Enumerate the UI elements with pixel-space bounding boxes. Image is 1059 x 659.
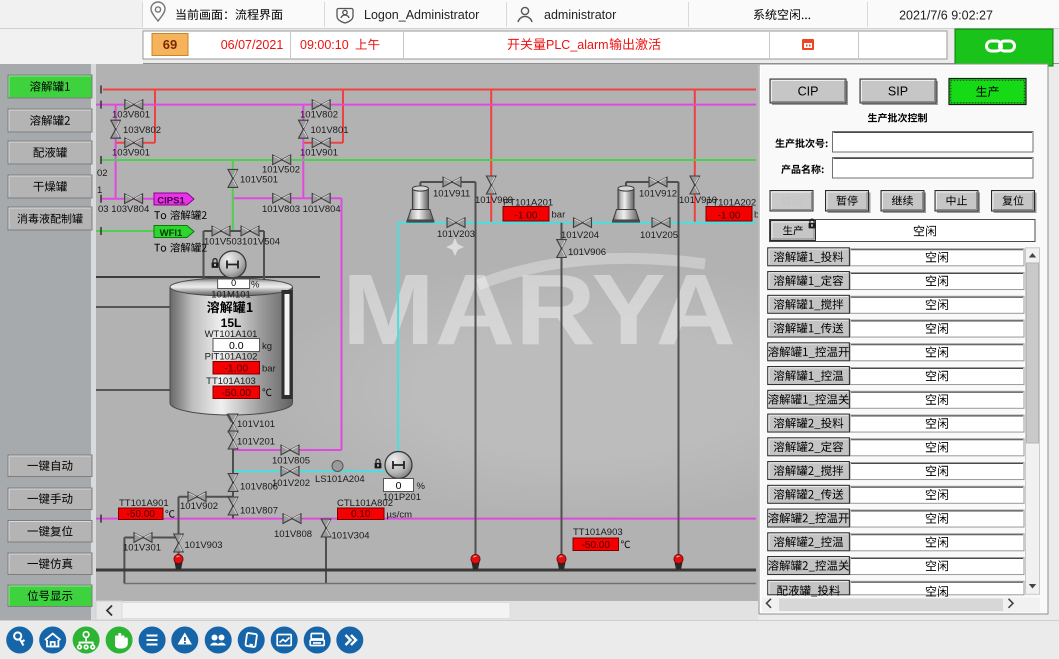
svg-text:PLC_alarm: PLC_alarm [546, 38, 609, 52]
svg-text:%: % [417, 481, 426, 492]
svg-text:101V806: 101V806 [240, 482, 278, 493]
svg-text:kg: kg [262, 341, 272, 352]
svg-text:101M101: 101M101 [211, 290, 251, 301]
svg-text:101V805: 101V805 [272, 456, 310, 467]
svg-text:103V801: 103V801 [112, 110, 150, 121]
svg-text:-50.00: -50.00 [221, 387, 251, 399]
svg-text:0: 0 [396, 480, 402, 492]
svg-text:CTL101A802: CTL101A802 [337, 498, 393, 509]
svg-text:69: 69 [163, 37, 177, 52]
svg-text:2021/7/6 9:02:27: 2021/7/6 9:02:27 [899, 9, 993, 23]
svg-text:101V912: 101V912 [639, 189, 677, 200]
svg-text:µs/cm: µs/cm [387, 510, 413, 521]
svg-text:TT101A901: TT101A901 [119, 498, 169, 509]
svg-text:Logon_Administrator: Logon_Administrator [364, 8, 479, 22]
svg-text:101V101: 101V101 [237, 419, 275, 430]
svg-text:101V203: 101V203 [437, 229, 475, 240]
svg-text:101V906: 101V906 [568, 247, 606, 258]
svg-text:101V808: 101V808 [274, 529, 312, 540]
svg-text:101V901: 101V901 [300, 148, 338, 159]
svg-text:-50.00: -50.00 [582, 540, 611, 551]
svg-text:WFI1: WFI1 [160, 228, 183, 239]
svg-text:-1.00: -1.00 [224, 363, 248, 375]
svg-text:PIT101A102: PIT101A102 [205, 352, 258, 363]
svg-text:15L: 15L [221, 316, 242, 330]
svg-text:CIP: CIP [798, 85, 819, 99]
svg-text:101V205: 101V205 [640, 230, 678, 241]
svg-text:-1.00: -1.00 [718, 211, 741, 222]
svg-text:-50.00: -50.00 [127, 509, 156, 520]
svg-text:101V503101V504: 101V503101V504 [204, 237, 280, 248]
svg-text:-1.00: -1.00 [515, 211, 538, 222]
svg-text:%: % [251, 280, 260, 291]
svg-text:0.10: 0.10 [351, 509, 371, 520]
svg-text:0.0: 0.0 [229, 340, 244, 352]
svg-text:101V301: 101V301 [123, 543, 161, 554]
svg-text:101V911: 101V911 [433, 189, 470, 200]
svg-text:TT101A103: TT101A103 [206, 376, 256, 387]
svg-text:09:00:10: 09:00:10 [300, 38, 349, 52]
svg-text:06/07/2021: 06/07/2021 [221, 38, 284, 52]
svg-text:LS101A204: LS101A204 [315, 474, 365, 485]
svg-text:1: 1 [97, 185, 102, 196]
svg-text:0: 0 [231, 278, 236, 288]
svg-text:CIPS1: CIPS1 [157, 196, 185, 207]
svg-text:101V201: 101V201 [237, 437, 275, 448]
svg-text:103V802: 103V802 [123, 125, 161, 136]
svg-text:03 103V804: 03 103V804 [98, 204, 149, 215]
svg-text:103V901: 103V901 [112, 148, 150, 159]
svg-text:bar: bar [262, 364, 276, 375]
svg-text:SIP: SIP [888, 85, 908, 99]
svg-text:101V304: 101V304 [332, 531, 370, 542]
svg-text:101V802: 101V802 [300, 110, 338, 121]
svg-text:TT101A903: TT101A903 [573, 527, 623, 538]
svg-text:bar: bar [552, 210, 566, 221]
svg-text:101V807: 101V807 [240, 506, 278, 517]
svg-text:101V903: 101V903 [185, 540, 223, 551]
svg-text:101V801: 101V801 [311, 125, 349, 136]
svg-text:101V803 101V804: 101V803 101V804 [262, 204, 341, 215]
svg-text:02: 02 [97, 168, 108, 179]
svg-text:101V902: 101V902 [180, 501, 218, 512]
svg-text:administrator: administrator [544, 8, 616, 22]
svg-text:101V501: 101V501 [240, 175, 278, 186]
